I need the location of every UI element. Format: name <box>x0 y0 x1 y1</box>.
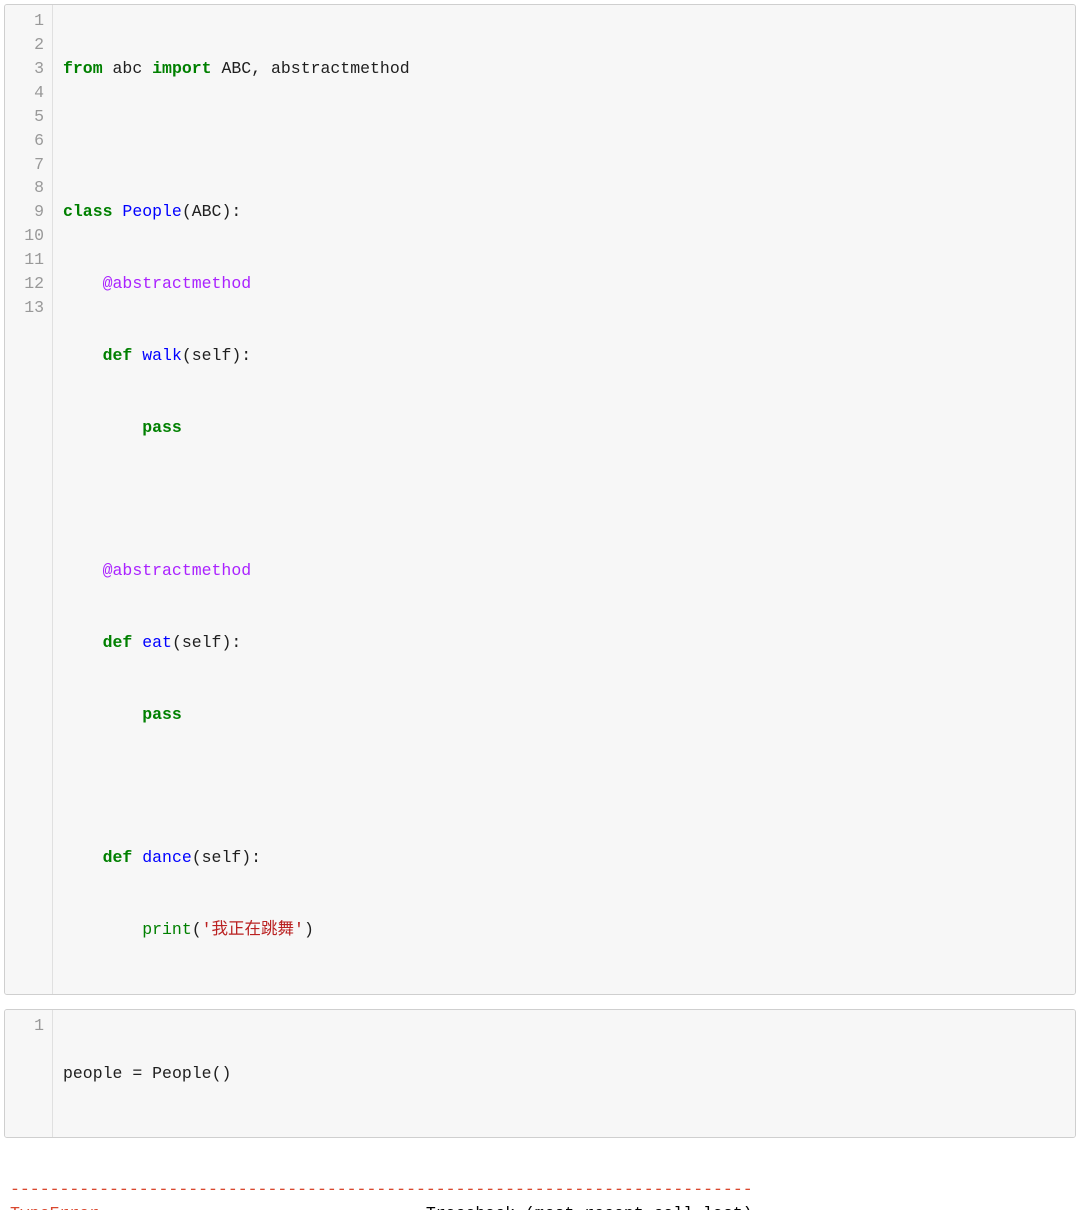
line-number: 4 <box>9 81 44 105</box>
code-editor[interactable]: people = People() <box>53 1010 1075 1138</box>
code-line: def eat(self): <box>63 631 1065 655</box>
traceback-most-recent: Traceback (most recent call last) <box>426 1204 753 1210</box>
code-line <box>63 487 1065 511</box>
code-line <box>63 129 1065 153</box>
code-line: pass <box>63 416 1065 440</box>
code-editor[interactable]: from abc import ABC, abstractmethod clas… <box>53 5 1075 994</box>
code-line: def dance(self): <box>63 846 1065 870</box>
code-line: pass <box>63 703 1065 727</box>
line-number: 11 <box>9 248 44 272</box>
code-line: people = People() <box>63 1062 1065 1086</box>
traceback-error-type: TypeError <box>10 1204 99 1210</box>
code-cell-1: 1 2 3 4 5 6 7 8 9 10 11 12 13 from abc i… <box>4 4 1076 995</box>
code-line: def walk(self): <box>63 344 1065 368</box>
line-number: 8 <box>9 176 44 200</box>
line-number: 1 <box>9 1014 44 1038</box>
line-number: 6 <box>9 129 44 153</box>
traceback-output: ----------------------------------------… <box>4 1152 1076 1210</box>
line-number: 1 <box>9 9 44 33</box>
line-number: 10 <box>9 224 44 248</box>
line-number: 3 <box>9 57 44 81</box>
code-line: print('我正在跳舞') <box>63 918 1065 942</box>
code-line: from abc import ABC, abstractmethod <box>63 57 1065 81</box>
code-line <box>63 775 1065 799</box>
line-number: 7 <box>9 153 44 177</box>
line-number: 12 <box>9 272 44 296</box>
line-number: 2 <box>9 33 44 57</box>
code-line: @abstractmethod <box>63 559 1065 583</box>
line-number: 13 <box>9 296 44 320</box>
line-number-gutter: 1 <box>5 1010 53 1138</box>
code-cell-2: 1 people = People() <box>4 1009 1076 1139</box>
line-number-gutter: 1 2 3 4 5 6 7 8 9 10 11 12 13 <box>5 5 53 994</box>
code-line: @abstractmethod <box>63 272 1065 296</box>
line-number: 9 <box>9 200 44 224</box>
traceback-separator: ----------------------------------------… <box>10 1180 753 1199</box>
line-number: 5 <box>9 105 44 129</box>
traceback-header-line: TypeError Traceback (most recent call la… <box>10 1204 753 1210</box>
code-line: class People(ABC): <box>63 200 1065 224</box>
